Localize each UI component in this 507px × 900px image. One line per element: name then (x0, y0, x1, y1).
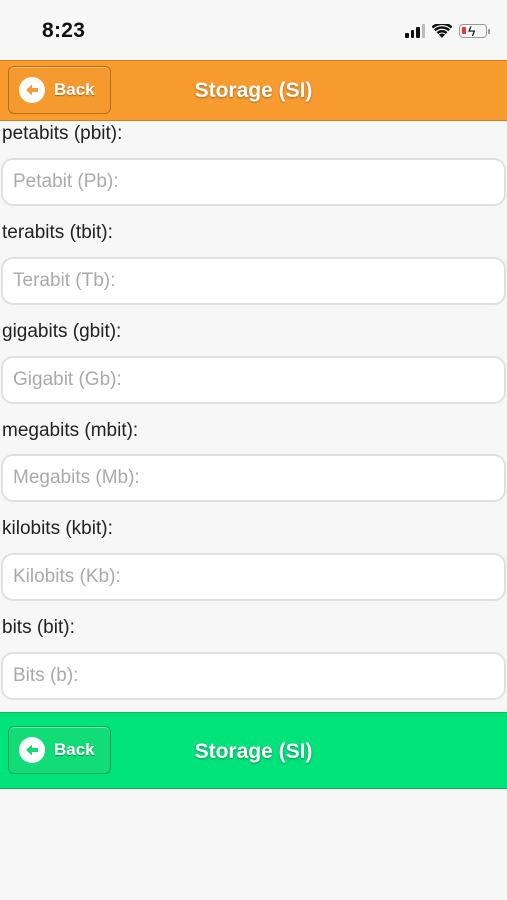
field-label-petabits: petabits (pbit): (2, 123, 123, 144)
cellular-signal-icon (405, 24, 425, 38)
status-bar: 8:23 ϟ (0, 0, 507, 60)
field-label-kilobits: kilobits (kbit): (2, 518, 113, 539)
battery-charging-icon: ϟ (459, 23, 490, 39)
megabits-input[interactable] (1, 454, 506, 502)
page-title: Storage (SI) (194, 79, 313, 102)
field-label-bits: bits (bit): (2, 617, 75, 638)
kilobits-input[interactable] (1, 553, 506, 601)
bits-input[interactable] (1, 652, 506, 700)
status-time: 8:23 (42, 19, 86, 42)
wifi-icon (432, 23, 452, 38)
field-label-gigabits: gigabits (gbit): (2, 321, 122, 342)
field-label-terabits: terabits (tbit): (2, 222, 113, 243)
field-label-megabits: megabits (mbit): (2, 420, 139, 441)
header-bar: Back Storage (SI) (0, 60, 507, 121)
terabits-input[interactable] (1, 257, 506, 305)
gigabits-input[interactable] (1, 356, 506, 404)
status-icons: ϟ (405, 21, 490, 41)
footer-bar: Back Storage (SI) (0, 712, 507, 789)
petabits-input[interactable] (1, 158, 506, 206)
footer-title: Storage (SI) (194, 740, 313, 763)
